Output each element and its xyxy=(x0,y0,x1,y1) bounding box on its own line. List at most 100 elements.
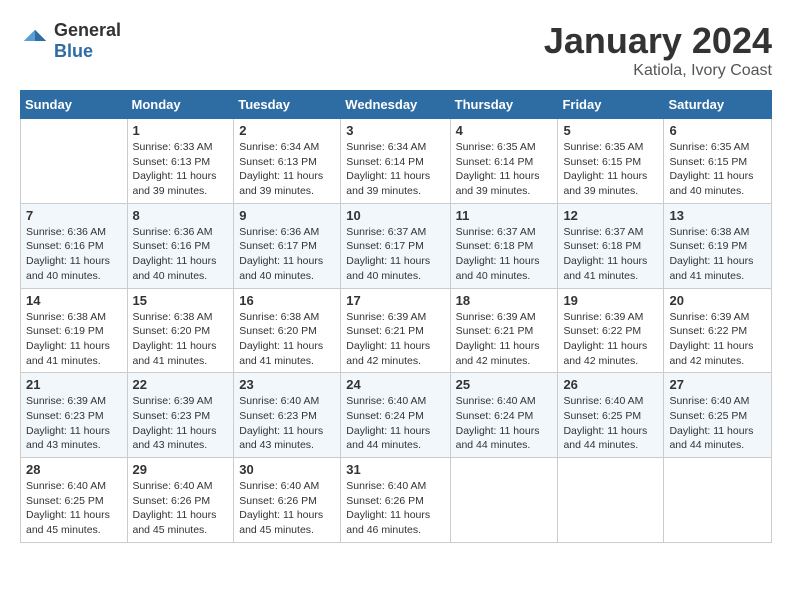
calendar-week-row: 1 Sunrise: 6:33 AM Sunset: 6:13 PM Daylig… xyxy=(21,119,772,204)
day-info: Sunrise: 6:40 AM Sunset: 6:26 PM Dayligh… xyxy=(346,479,444,538)
day-info: Sunrise: 6:35 AM Sunset: 6:15 PM Dayligh… xyxy=(669,140,766,199)
calendar-title: January 2024 xyxy=(544,20,772,62)
table-row: 29 Sunrise: 6:40 AM Sunset: 6:26 PM Dayli… xyxy=(127,458,234,543)
logo-text: General Blue xyxy=(54,20,121,62)
day-info: Sunrise: 6:37 AM Sunset: 6:18 PM Dayligh… xyxy=(456,225,553,284)
day-number: 6 xyxy=(669,123,766,138)
day-number: 1 xyxy=(133,123,229,138)
calendar-week-row: 7Sunrise: 6:36 AM Sunset: 6:16 PM Daylig… xyxy=(21,203,772,288)
table-row: 6 Sunrise: 6:35 AM Sunset: 6:15 PM Daylig… xyxy=(664,119,772,204)
day-number: 9 xyxy=(239,208,335,223)
day-number: 25 xyxy=(456,377,553,392)
day-info: Sunrise: 6:40 AM Sunset: 6:24 PM Dayligh… xyxy=(456,394,553,453)
table-row: 26 Sunrise: 6:40 AM Sunset: 6:25 PM Dayli… xyxy=(558,373,664,458)
logo-blue: Blue xyxy=(54,41,93,61)
day-number: 5 xyxy=(563,123,658,138)
day-number: 11 xyxy=(456,208,553,223)
logo: General Blue xyxy=(20,20,121,62)
day-number: 8 xyxy=(133,208,229,223)
weekday-header-row: Sunday Monday Tuesday Wednesday Thursday… xyxy=(21,91,772,119)
header-monday: Monday xyxy=(127,91,234,119)
table-row: 10 Sunrise: 6:37 AM Sunset: 6:17 PM Dayli… xyxy=(341,203,450,288)
logo-general: General xyxy=(54,20,121,40)
day-info: Sunrise: 6:35 AM Sunset: 6:15 PM Dayligh… xyxy=(563,140,658,199)
day-info: Sunrise: 6:40 AM Sunset: 6:25 PM Dayligh… xyxy=(669,394,766,453)
day-info: Sunrise: 6:38 AM Sunset: 6:19 PM Dayligh… xyxy=(26,310,122,369)
header-friday: Friday xyxy=(558,91,664,119)
day-info: Sunrise: 6:38 AM Sunset: 6:19 PM Dayligh… xyxy=(669,225,766,284)
day-info: Sunrise: 6:34 AM Sunset: 6:14 PM Dayligh… xyxy=(346,140,444,199)
day-info: Sunrise: 6:37 AM Sunset: 6:17 PM Dayligh… xyxy=(346,225,444,284)
table-row: 16Sunrise: 6:38 AM Sunset: 6:20 PM Dayli… xyxy=(234,288,341,373)
table-row: 1 Sunrise: 6:33 AM Sunset: 6:13 PM Daylig… xyxy=(127,119,234,204)
table-row: 2 Sunrise: 6:34 AM Sunset: 6:13 PM Daylig… xyxy=(234,119,341,204)
day-info: Sunrise: 6:36 AM Sunset: 6:16 PM Dayligh… xyxy=(133,225,229,284)
table-row: 14 Sunrise: 6:38 AM Sunset: 6:19 PM Dayli… xyxy=(21,288,128,373)
table-row xyxy=(558,458,664,543)
day-number: 18 xyxy=(456,293,553,308)
day-number: 4 xyxy=(456,123,553,138)
table-row xyxy=(450,458,558,543)
table-row: 4 Sunrise: 6:35 AM Sunset: 6:14 PM Daylig… xyxy=(450,119,558,204)
table-row: 7Sunrise: 6:36 AM Sunset: 6:16 PM Daylig… xyxy=(21,203,128,288)
day-number: 3 xyxy=(346,123,444,138)
day-number: 26 xyxy=(563,377,658,392)
day-number: 10 xyxy=(346,208,444,223)
day-info: Sunrise: 6:40 AM Sunset: 6:23 PM Dayligh… xyxy=(239,394,335,453)
day-number: 21 xyxy=(26,377,122,392)
table-row xyxy=(664,458,772,543)
day-number: 28 xyxy=(26,462,122,477)
title-block: January 2024 Katiola, Ivory Coast xyxy=(544,20,772,80)
table-row: 15 Sunrise: 6:38 AM Sunset: 6:20 PM Dayli… xyxy=(127,288,234,373)
table-row: 18 Sunrise: 6:39 AM Sunset: 6:21 PM Dayli… xyxy=(450,288,558,373)
calendar-week-row: 14 Sunrise: 6:38 AM Sunset: 6:19 PM Dayli… xyxy=(21,288,772,373)
logo-icon xyxy=(20,26,50,56)
day-number: 15 xyxy=(133,293,229,308)
table-row: 12 Sunrise: 6:37 AM Sunset: 6:18 PM Dayli… xyxy=(558,203,664,288)
day-info: Sunrise: 6:38 AM Sunset: 6:20 PM Dayligh… xyxy=(239,310,335,369)
day-info: Sunrise: 6:39 AM Sunset: 6:21 PM Dayligh… xyxy=(346,310,444,369)
day-number: 2 xyxy=(239,123,335,138)
page-header: General Blue January 2024 Katiola, Ivory… xyxy=(20,20,772,80)
table-row: 17Sunrise: 6:39 AM Sunset: 6:21 PM Dayli… xyxy=(341,288,450,373)
table-row: 5 Sunrise: 6:35 AM Sunset: 6:15 PM Daylig… xyxy=(558,119,664,204)
day-info: Sunrise: 6:39 AM Sunset: 6:23 PM Dayligh… xyxy=(133,394,229,453)
day-info: Sunrise: 6:39 AM Sunset: 6:23 PM Dayligh… xyxy=(26,394,122,453)
day-number: 27 xyxy=(669,377,766,392)
day-number: 19 xyxy=(563,293,658,308)
day-info: Sunrise: 6:40 AM Sunset: 6:26 PM Dayligh… xyxy=(133,479,229,538)
day-info: Sunrise: 6:39 AM Sunset: 6:22 PM Dayligh… xyxy=(669,310,766,369)
day-info: Sunrise: 6:40 AM Sunset: 6:25 PM Dayligh… xyxy=(26,479,122,538)
table-row: 3 Sunrise: 6:34 AM Sunset: 6:14 PM Daylig… xyxy=(341,119,450,204)
day-info: Sunrise: 6:36 AM Sunset: 6:17 PM Dayligh… xyxy=(239,225,335,284)
calendar-week-row: 28 Sunrise: 6:40 AM Sunset: 6:25 PM Dayli… xyxy=(21,458,772,543)
day-info: Sunrise: 6:40 AM Sunset: 6:25 PM Dayligh… xyxy=(563,394,658,453)
day-info: Sunrise: 6:39 AM Sunset: 6:21 PM Dayligh… xyxy=(456,310,553,369)
day-number: 12 xyxy=(563,208,658,223)
day-number: 24 xyxy=(346,377,444,392)
day-number: 20 xyxy=(669,293,766,308)
day-info: Sunrise: 6:37 AM Sunset: 6:18 PM Dayligh… xyxy=(563,225,658,284)
calendar-table: Sunday Monday Tuesday Wednesday Thursday… xyxy=(20,90,772,543)
calendar-body: 1 Sunrise: 6:33 AM Sunset: 6:13 PM Daylig… xyxy=(21,119,772,543)
day-number: 14 xyxy=(26,293,122,308)
day-info: Sunrise: 6:38 AM Sunset: 6:20 PM Dayligh… xyxy=(133,310,229,369)
table-row: 25 Sunrise: 6:40 AM Sunset: 6:24 PM Dayli… xyxy=(450,373,558,458)
table-row: 21 Sunrise: 6:39 AM Sunset: 6:23 PM Dayli… xyxy=(21,373,128,458)
table-row: 24 Sunrise: 6:40 AM Sunset: 6:24 PM Dayli… xyxy=(341,373,450,458)
day-number: 29 xyxy=(133,462,229,477)
day-info: Sunrise: 6:35 AM Sunset: 6:14 PM Dayligh… xyxy=(456,140,553,199)
day-number: 23 xyxy=(239,377,335,392)
day-info: Sunrise: 6:34 AM Sunset: 6:13 PM Dayligh… xyxy=(239,140,335,199)
table-row xyxy=(21,119,128,204)
day-info: Sunrise: 6:33 AM Sunset: 6:13 PM Dayligh… xyxy=(133,140,229,199)
day-info: Sunrise: 6:40 AM Sunset: 6:24 PM Dayligh… xyxy=(346,394,444,453)
table-row: 30Sunrise: 6:40 AM Sunset: 6:26 PM Dayli… xyxy=(234,458,341,543)
calendar-header: Sunday Monday Tuesday Wednesday Thursday… xyxy=(21,91,772,119)
day-number: 13 xyxy=(669,208,766,223)
calendar-subtitle: Katiola, Ivory Coast xyxy=(544,62,772,80)
header-wednesday: Wednesday xyxy=(341,91,450,119)
day-number: 22 xyxy=(133,377,229,392)
table-row: 28 Sunrise: 6:40 AM Sunset: 6:25 PM Dayli… xyxy=(21,458,128,543)
header-thursday: Thursday xyxy=(450,91,558,119)
